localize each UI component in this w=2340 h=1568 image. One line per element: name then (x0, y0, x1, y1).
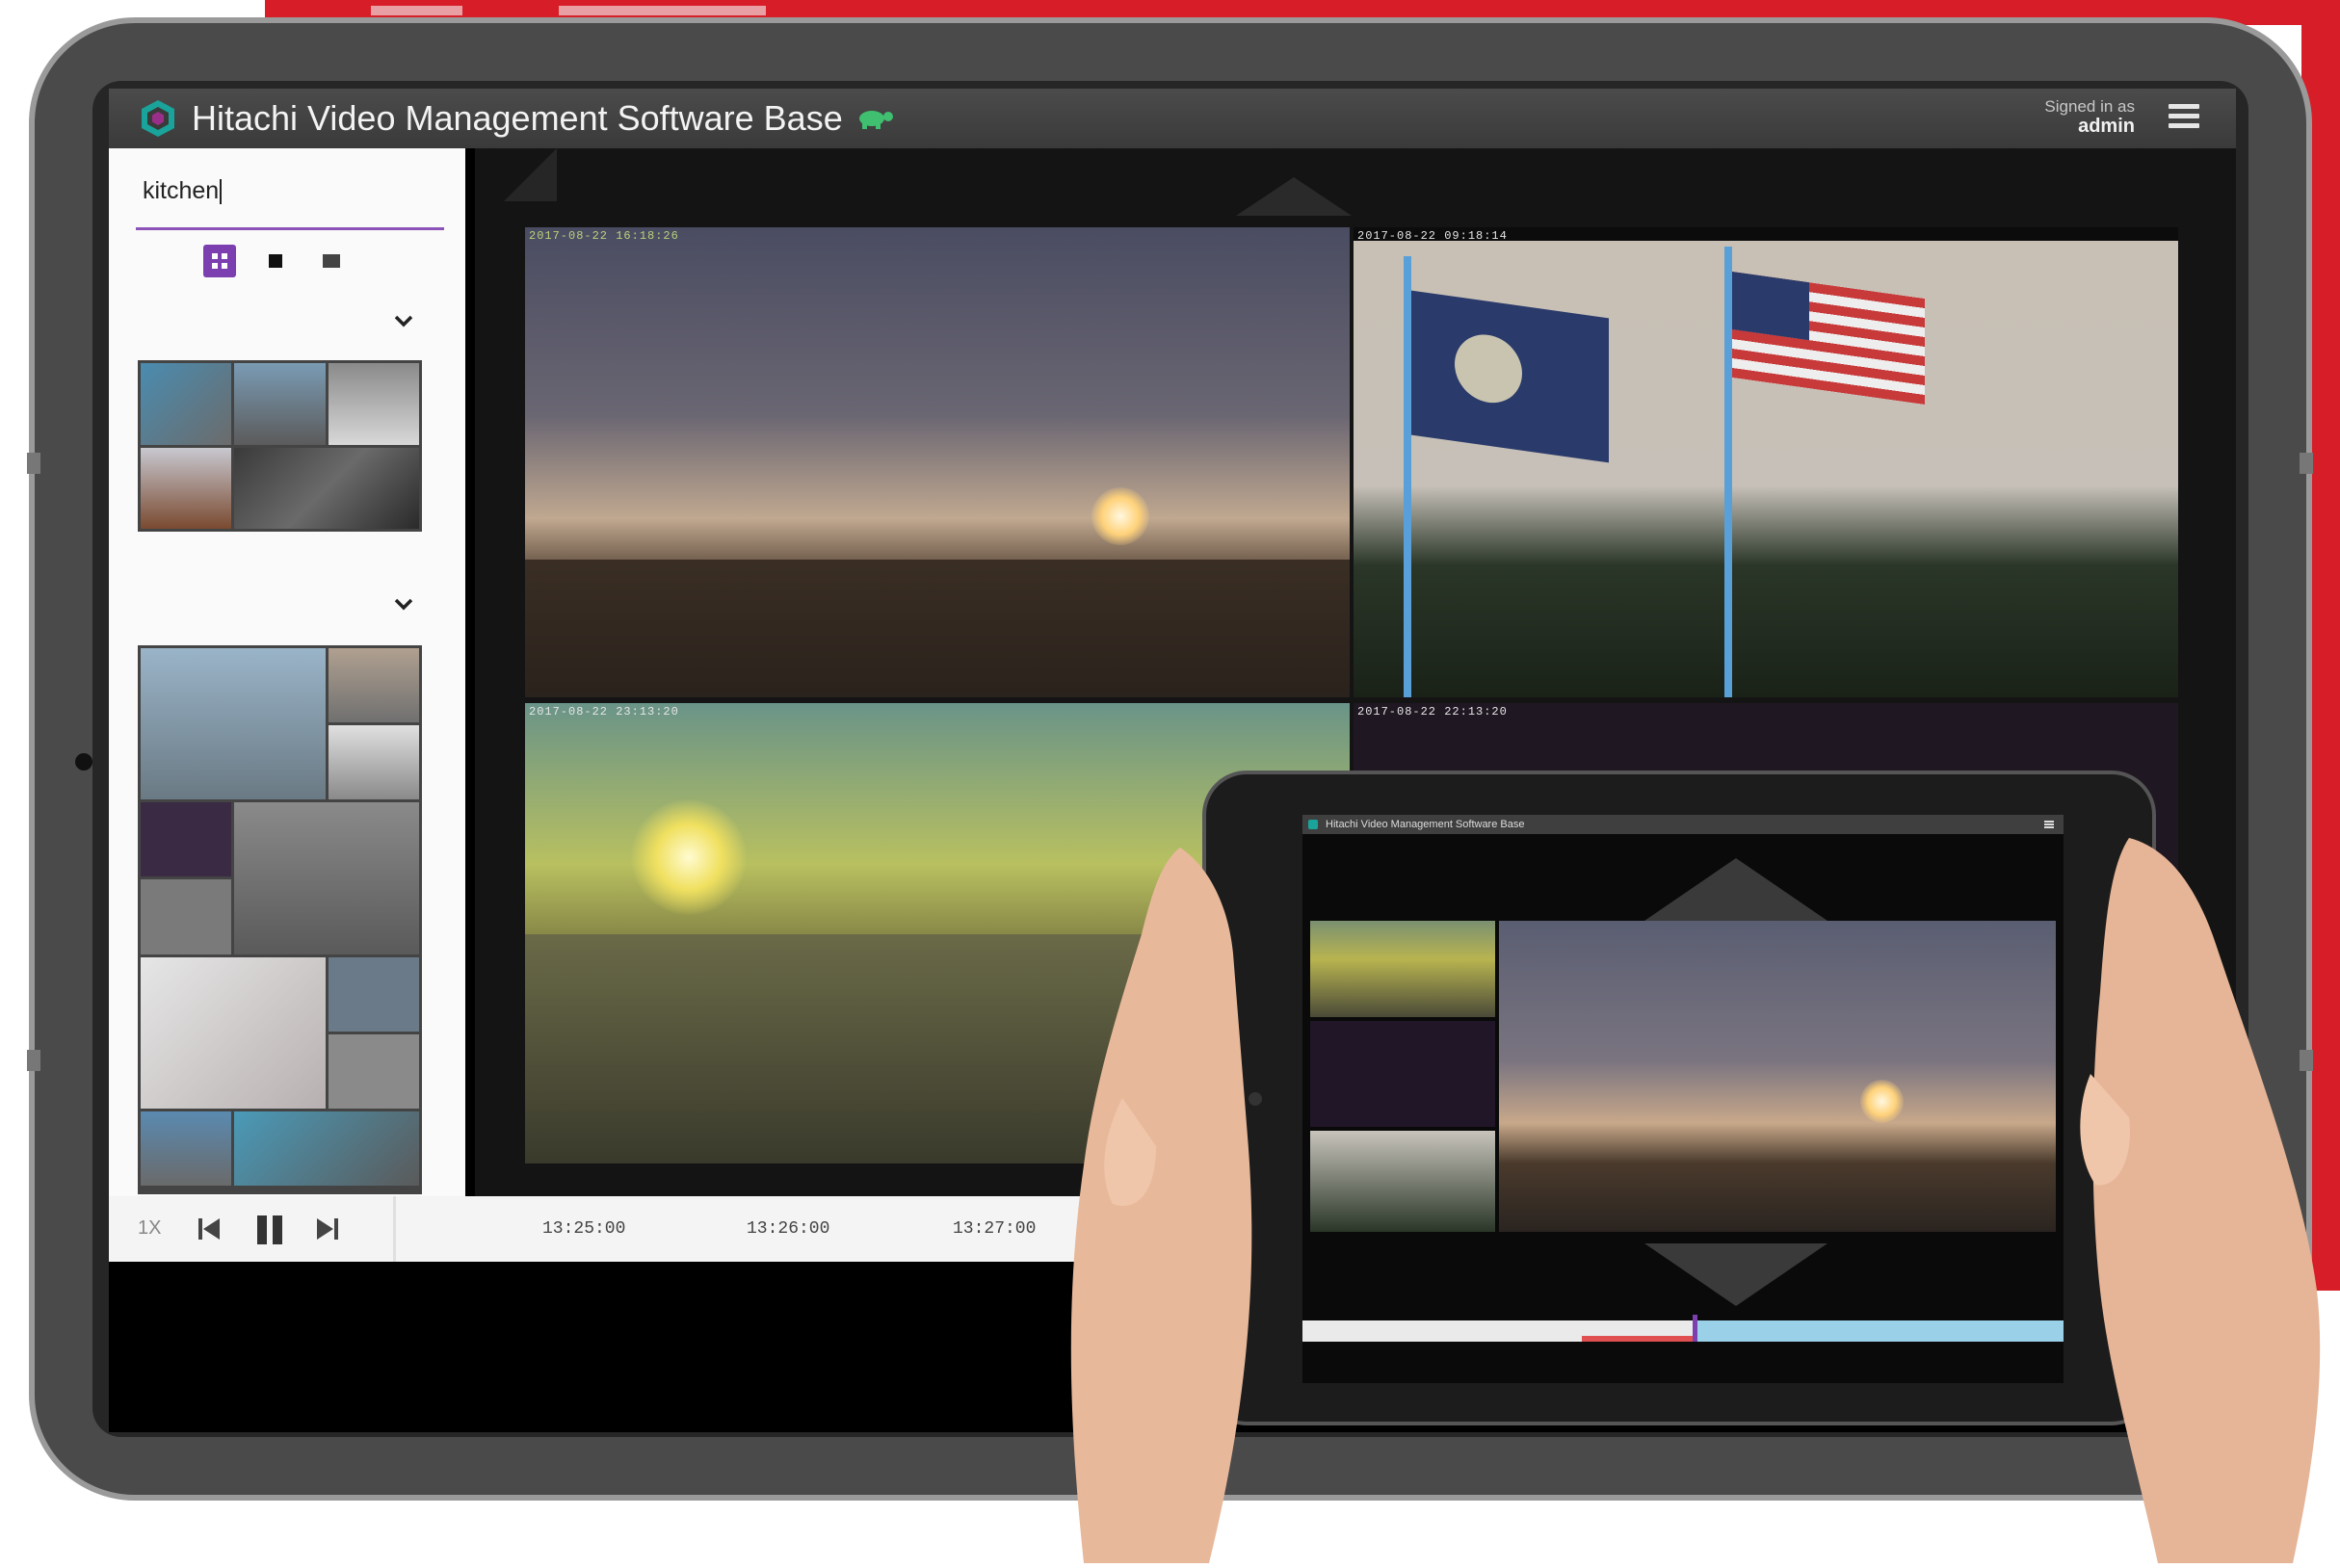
sun (631, 799, 747, 915)
app-logo-icon (138, 98, 178, 139)
us-flag-canton (1732, 271, 1809, 341)
left-hand (1065, 848, 1267, 1563)
pan-down-arrow[interactable] (1644, 1243, 1827, 1306)
tablet-video-tile[interactable] (1310, 921, 1495, 1017)
ground (525, 560, 1350, 697)
tablet-screen: Hitachi Video Management Software Base (1302, 815, 2064, 1383)
sun (1860, 1080, 1904, 1123)
camera-thumbnail[interactable] (234, 447, 419, 529)
tablet-header: Hitachi Video Management Software Base (1302, 815, 2064, 834)
state-flag (1411, 290, 1609, 463)
camera-group-thumbnails[interactable] (138, 360, 422, 532)
app-logo-icon (1308, 820, 1318, 829)
flag-pole (1404, 256, 1411, 697)
tablet-timeline[interactable] (1302, 1315, 2064, 1342)
front-camera (75, 753, 92, 771)
text-caret (220, 179, 223, 205)
flag-seal (1455, 329, 1522, 407)
timeline-recorded-segment (1697, 1320, 2064, 1342)
search-underline (136, 227, 444, 230)
single-view-button[interactable] (259, 245, 292, 277)
video-timestamp: 2017-08-22 16:18:26 (529, 229, 679, 243)
grid-view-icon (212, 253, 227, 269)
timeline-cursor[interactable] (1693, 1315, 1697, 1342)
band-notch (371, 6, 462, 15)
band-notch (559, 6, 766, 15)
camera-thumbnail[interactable] (141, 648, 326, 800)
camera-sidebar: kitchen (109, 148, 465, 1196)
camera-thumbnail[interactable] (328, 1033, 419, 1109)
pause-icon[interactable] (250, 1210, 289, 1248)
grid-corner (504, 148, 557, 201)
video-timestamp: 2017-08-22 23:13:20 (529, 705, 679, 719)
pan-up-arrow[interactable] (1236, 177, 1352, 216)
camera-thumbnail[interactable] (234, 363, 326, 445)
list-view-button[interactable] (315, 245, 348, 277)
right-hand (2071, 838, 2340, 1563)
side-button (27, 453, 40, 474)
grid-view-button[interactable] (203, 245, 236, 277)
side-button (27, 1050, 40, 1071)
tablet-video-tile[interactable] (1310, 1021, 1495, 1127)
tablet-video-tile[interactable] (1310, 1131, 1495, 1232)
list-view-icon (323, 254, 340, 268)
search-value: kitchen (143, 177, 220, 204)
tablet-app-title: Hitachi Video Management Software Base (1326, 819, 1525, 830)
side-button (2300, 453, 2313, 474)
tablet-main-video[interactable] (1499, 921, 2056, 1232)
turtle-icon (854, 107, 895, 130)
video-tile[interactable]: 2017-08-22 16:18:26 (525, 227, 1350, 697)
camera-thumbnail[interactable] (328, 648, 419, 723)
sun (1091, 487, 1149, 545)
skip-back-icon[interactable] (191, 1210, 229, 1248)
signed-in-info[interactable]: Signed in as admin (2044, 96, 2135, 137)
video-timestamp: 2017-08-22 22:13:20 (1357, 705, 1508, 719)
camera-thumbnail[interactable] (234, 802, 419, 954)
playback-speed[interactable]: 1X (138, 1217, 161, 1240)
camera-thumbnail[interactable] (141, 802, 232, 877)
camera-thumbnail[interactable] (141, 956, 326, 1109)
tablet-device: Hitachi Video Management Software Base (1202, 771, 2156, 1425)
skip-forward-icon[interactable] (309, 1210, 348, 1248)
camera-thumbnail[interactable] (141, 1111, 232, 1186)
app-header: Hitachi Video Management Software Base S… (109, 89, 2236, 148)
camera-thumbnail[interactable] (141, 447, 232, 529)
camera-thumbnail[interactable] (328, 956, 419, 1032)
timeline-alarm-segment (1582, 1336, 1697, 1342)
timeline-divider (393, 1196, 396, 1262)
hamburger-menu-icon[interactable] (2169, 104, 2199, 133)
camera-thumbnail[interactable] (328, 363, 419, 445)
timeline-label: 13:25:00 (542, 1219, 626, 1239)
single-view-icon (269, 254, 282, 268)
camera-thumbnail[interactable] (141, 363, 232, 445)
chevron-down-icon[interactable] (393, 310, 414, 331)
camera-thumbnail[interactable] (141, 879, 232, 954)
pan-up-arrow[interactable] (1644, 858, 1827, 921)
search-input[interactable]: kitchen (143, 177, 223, 205)
video-tile[interactable]: 2017-08-22 09:18:14 (1354, 227, 2178, 697)
hamburger-menu-icon[interactable] (2044, 821, 2054, 828)
us-flag (1732, 271, 1925, 405)
timeline-label: 13:27:00 (953, 1219, 1037, 1239)
camera-thumbnail[interactable] (328, 725, 419, 800)
timeline-label: 13:26:00 (747, 1219, 830, 1239)
flag-pole (1724, 247, 1732, 697)
camera-thumbnail[interactable] (234, 1111, 419, 1186)
app-title: Hitachi Video Management Software Base (192, 98, 843, 138)
camera-group-thumbnails[interactable] (138, 645, 422, 1194)
signed-in-label: Signed in as (2044, 97, 2135, 116)
user-name: admin (2078, 116, 2135, 137)
video-timestamp: 2017-08-22 09:18:14 (1357, 229, 1508, 243)
chevron-down-icon[interactable] (393, 593, 414, 614)
